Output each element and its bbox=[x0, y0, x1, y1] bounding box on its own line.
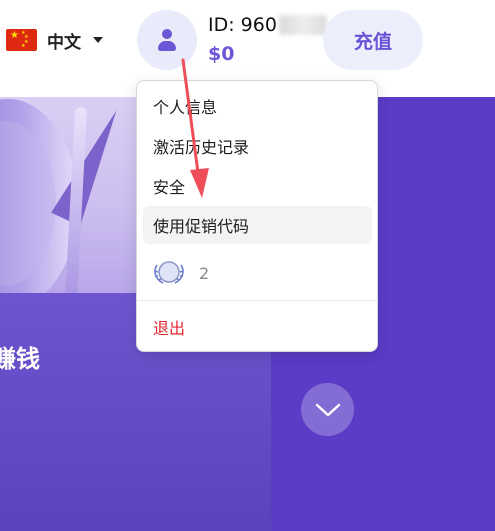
account-id: ID: 960 bbox=[208, 14, 327, 36]
top-header: ★ ★ ★ ★ ★ 中文 ID: 960 $0 充值 bbox=[0, 0, 495, 80]
caret-down-icon bbox=[93, 37, 103, 43]
banner-title: 赚钱 bbox=[0, 345, 40, 373]
chevron-down-icon bbox=[315, 403, 340, 416]
laurel-badge-icon bbox=[154, 261, 184, 284]
menu-item-security[interactable]: 安全 bbox=[143, 167, 372, 205]
id-redaction bbox=[278, 15, 327, 35]
menu-item-activation-history[interactable]: 激活历史记录 bbox=[143, 127, 372, 165]
badge-count: 2 bbox=[199, 263, 210, 283]
menu-item-use-promo-code[interactable]: 使用促销代码 bbox=[143, 206, 372, 244]
user-icon bbox=[157, 29, 177, 51]
menu-divider bbox=[137, 300, 377, 301]
china-flag-icon: ★ ★ ★ ★ ★ bbox=[6, 29, 37, 51]
language-selector[interactable]: ★ ★ ★ ★ ★ 中文 bbox=[6, 26, 103, 54]
menu-item-logout[interactable]: 退出 bbox=[143, 308, 372, 346]
account-id-text: ID: 960 bbox=[208, 14, 277, 36]
account-balance: $0 bbox=[208, 43, 235, 65]
recharge-button[interactable]: 充值 bbox=[323, 10, 423, 70]
loyalty-badge-row[interactable]: 2 bbox=[151, 257, 209, 289]
account-avatar-button[interactable] bbox=[137, 10, 197, 70]
menu-item-personal-info[interactable]: 个人信息 bbox=[143, 87, 372, 125]
account-dropdown-menu: 个人信息 激活历史记录 安全 使用促销代码 2 退出 bbox=[136, 80, 378, 352]
expand-button[interactable] bbox=[301, 383, 354, 436]
language-label: 中文 bbox=[47, 32, 81, 53]
